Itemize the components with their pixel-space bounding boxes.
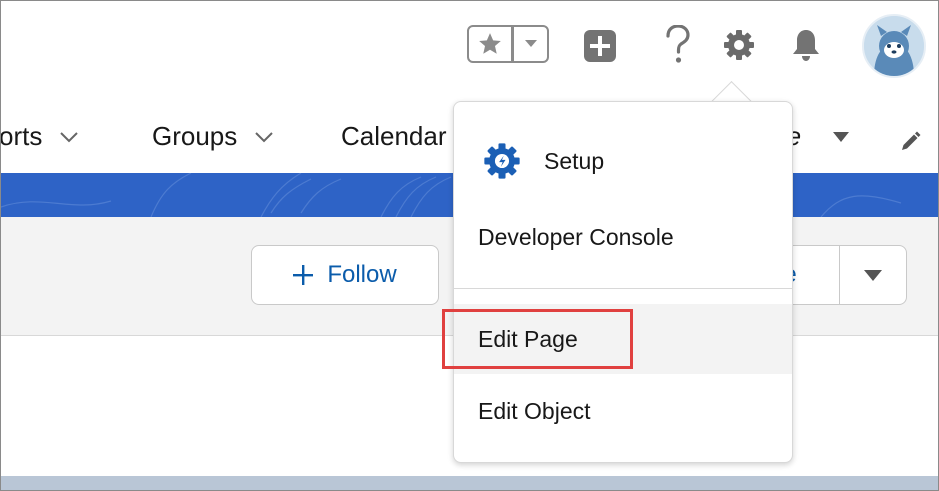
- chevron-down-icon[interactable]: [255, 131, 273, 143]
- favorites-button[interactable]: [467, 25, 513, 63]
- nav-item-label: Calendar: [341, 121, 447, 151]
- help-button[interactable]: [663, 23, 693, 67]
- follow-button[interactable]: Follow: [251, 245, 439, 305]
- chevron-down-icon: [524, 40, 537, 47]
- menu-item-developer-console[interactable]: Developer Console: [454, 202, 792, 272]
- more-actions-button[interactable]: [839, 245, 907, 305]
- favorites-menu-button[interactable]: [513, 25, 549, 63]
- nav-item-groups[interactable]: Groups: [152, 121, 273, 152]
- avatar[interactable]: [862, 14, 926, 78]
- star-icon: [479, 33, 501, 54]
- user-avatar-icon: [864, 16, 924, 76]
- menu-item-label: Edit Object: [478, 397, 591, 424]
- global-actions-button[interactable]: [583, 29, 617, 63]
- notifications-button[interactable]: [789, 27, 823, 63]
- nav-item-calendar[interactable]: Calendar: [341, 121, 447, 152]
- plus-square-icon: [584, 30, 616, 62]
- help-icon: [666, 25, 690, 63]
- follow-button-label: Follow: [327, 261, 397, 288]
- setup-button[interactable]: [721, 27, 757, 63]
- setup-menu: Setup Developer Console Edit Page Edit O…: [453, 101, 793, 463]
- bottom-strip: [1, 476, 938, 490]
- app-window: orts Groups Calendar re: [0, 0, 939, 491]
- caret-down-icon[interactable]: [833, 131, 850, 142]
- menu-item-label: Setup: [544, 147, 605, 174]
- global-header: [1, 1, 938, 99]
- pencil-icon: [902, 131, 921, 150]
- bell-icon: [793, 30, 819, 61]
- gear-icon: [724, 30, 754, 60]
- plus-icon: [293, 265, 314, 285]
- edit-nav-button[interactable]: [897, 129, 923, 155]
- chevron-down-icon[interactable]: [60, 131, 79, 143]
- favorites-group: [467, 25, 549, 65]
- nav-item-reports[interactable]: orts: [0, 121, 79, 152]
- menu-divider: [454, 288, 792, 289]
- caret-down-icon: [864, 269, 882, 281]
- nav-item-label: Groups: [152, 121, 238, 151]
- menu-item-setup[interactable]: Setup: [454, 124, 792, 198]
- highlight-box: [442, 309, 633, 369]
- nav-item-label: orts: [0, 121, 43, 151]
- menu-item-label: Developer Console: [478, 223, 674, 250]
- setup-gear-icon: [484, 143, 520, 179]
- menu-item-edit-object[interactable]: Edit Object: [454, 376, 792, 446]
